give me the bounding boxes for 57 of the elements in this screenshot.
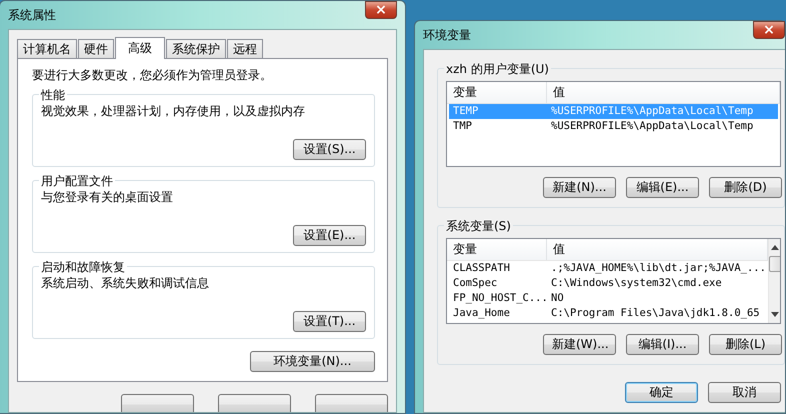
cancel-button[interactable]: 取消: [708, 382, 781, 403]
close-button[interactable]: ×: [753, 21, 785, 39]
group-description: 系统启动、系统失败和调试信息: [41, 275, 210, 292]
row-text: FP_NO_HOST_C...: [452, 291, 547, 306]
tab[interactable]: 高级: [115, 37, 165, 59]
scrollbar[interactable]: [768, 239, 780, 323]
settings-button[interactable]: 设置(E)...: [293, 225, 366, 246]
group-title: 系统变量(S): [444, 218, 513, 235]
delete-button[interactable]: 删除(L): [709, 334, 782, 355]
dialog-button[interactable]: [218, 394, 291, 412]
window-title: 系统属性: [8, 6, 56, 24]
row-text: C:\Windows\system32\cmd.exe: [550, 276, 723, 291]
edit-button[interactable]: 编辑(I)...: [626, 334, 699, 355]
column-header[interactable]: 值: [547, 82, 780, 103]
settings-button[interactable]: 设置(S)...: [293, 139, 366, 160]
row-text: CLASSPATH: [452, 261, 511, 276]
row-text: NO: [550, 291, 565, 306]
edit-button[interactable]: 编辑(E)...: [626, 177, 699, 198]
ok-button[interactable]: 确定: [625, 382, 698, 403]
tab[interactable]: 远程: [227, 39, 263, 58]
list-row[interactable]: Java_Home C:\Program Files\Java\jdk1.8.0_65: [449, 306, 766, 321]
scroll-down-icon[interactable]: [771, 312, 780, 317]
row-text: TMP: [452, 119, 473, 134]
group-description: 视觉效果，处理器计划，内存使用，以及虚拟内存: [41, 103, 306, 120]
group-title: 启动和故障恢复: [39, 259, 127, 276]
row-text: %USERPROFILE%\AppData\Local\Temp: [550, 119, 754, 134]
row-text: C:\Program Files\Java\jdk1.8.0_65: [550, 306, 761, 321]
dialog-button[interactable]: [315, 394, 388, 412]
row-text: %USERPROFILE%\AppData\Local\Temp: [550, 104, 754, 119]
settings-button[interactable]: 设置(T)...: [293, 311, 366, 332]
group-title: xzh 的用户变量(U): [444, 61, 551, 78]
tab[interactable]: 计算机名: [17, 39, 77, 58]
list-row[interactable]: CLASSPATH .;%JAVA_HOME%\lib\dt.jar;%JAVA_...: [449, 261, 766, 276]
new-button[interactable]: 新建(N)...: [543, 177, 616, 198]
close-button[interactable]: ×: [365, 1, 397, 19]
notice-text: 要进行大多数更改，您必须作为管理员登录。: [32, 67, 273, 84]
new-button[interactable]: 新建(W)...: [543, 334, 616, 355]
scroll-thumb[interactable]: [768, 256, 780, 272]
tab[interactable]: 硬件: [78, 39, 114, 58]
column-header[interactable]: 变量: [447, 82, 547, 103]
tab[interactable]: 系统保护: [166, 39, 226, 58]
group-description: 与您登录有关的桌面设置: [41, 189, 174, 206]
window-title: 环境变量: [423, 26, 471, 44]
scroll-up-icon[interactable]: [771, 245, 780, 250]
environment-variables-button[interactable]: 环境变量(N)...: [250, 351, 375, 372]
row-text: .;%JAVA_HOME%\lib\dt.jar;%JAVA_...: [550, 261, 766, 276]
row-text: TEMP: [452, 104, 480, 119]
dialog-button[interactable]: [121, 394, 194, 412]
list-row[interactable]: TMP %USERPROFILE%\AppData\Local\Temp: [449, 119, 778, 134]
column-header[interactable]: 变量: [447, 239, 547, 260]
group-title: 性能: [39, 87, 67, 104]
row-text: Java_Home: [452, 306, 511, 321]
row-text: ComSpec: [452, 276, 498, 291]
list-row[interactable]: ComSpec C:\Windows\system32\cmd.exe: [449, 276, 766, 291]
delete-button[interactable]: 删除(D): [709, 177, 782, 198]
list-row[interactable]: FP_NO_HOST_C... NO: [449, 291, 766, 306]
group-title: 用户配置文件: [39, 173, 115, 190]
